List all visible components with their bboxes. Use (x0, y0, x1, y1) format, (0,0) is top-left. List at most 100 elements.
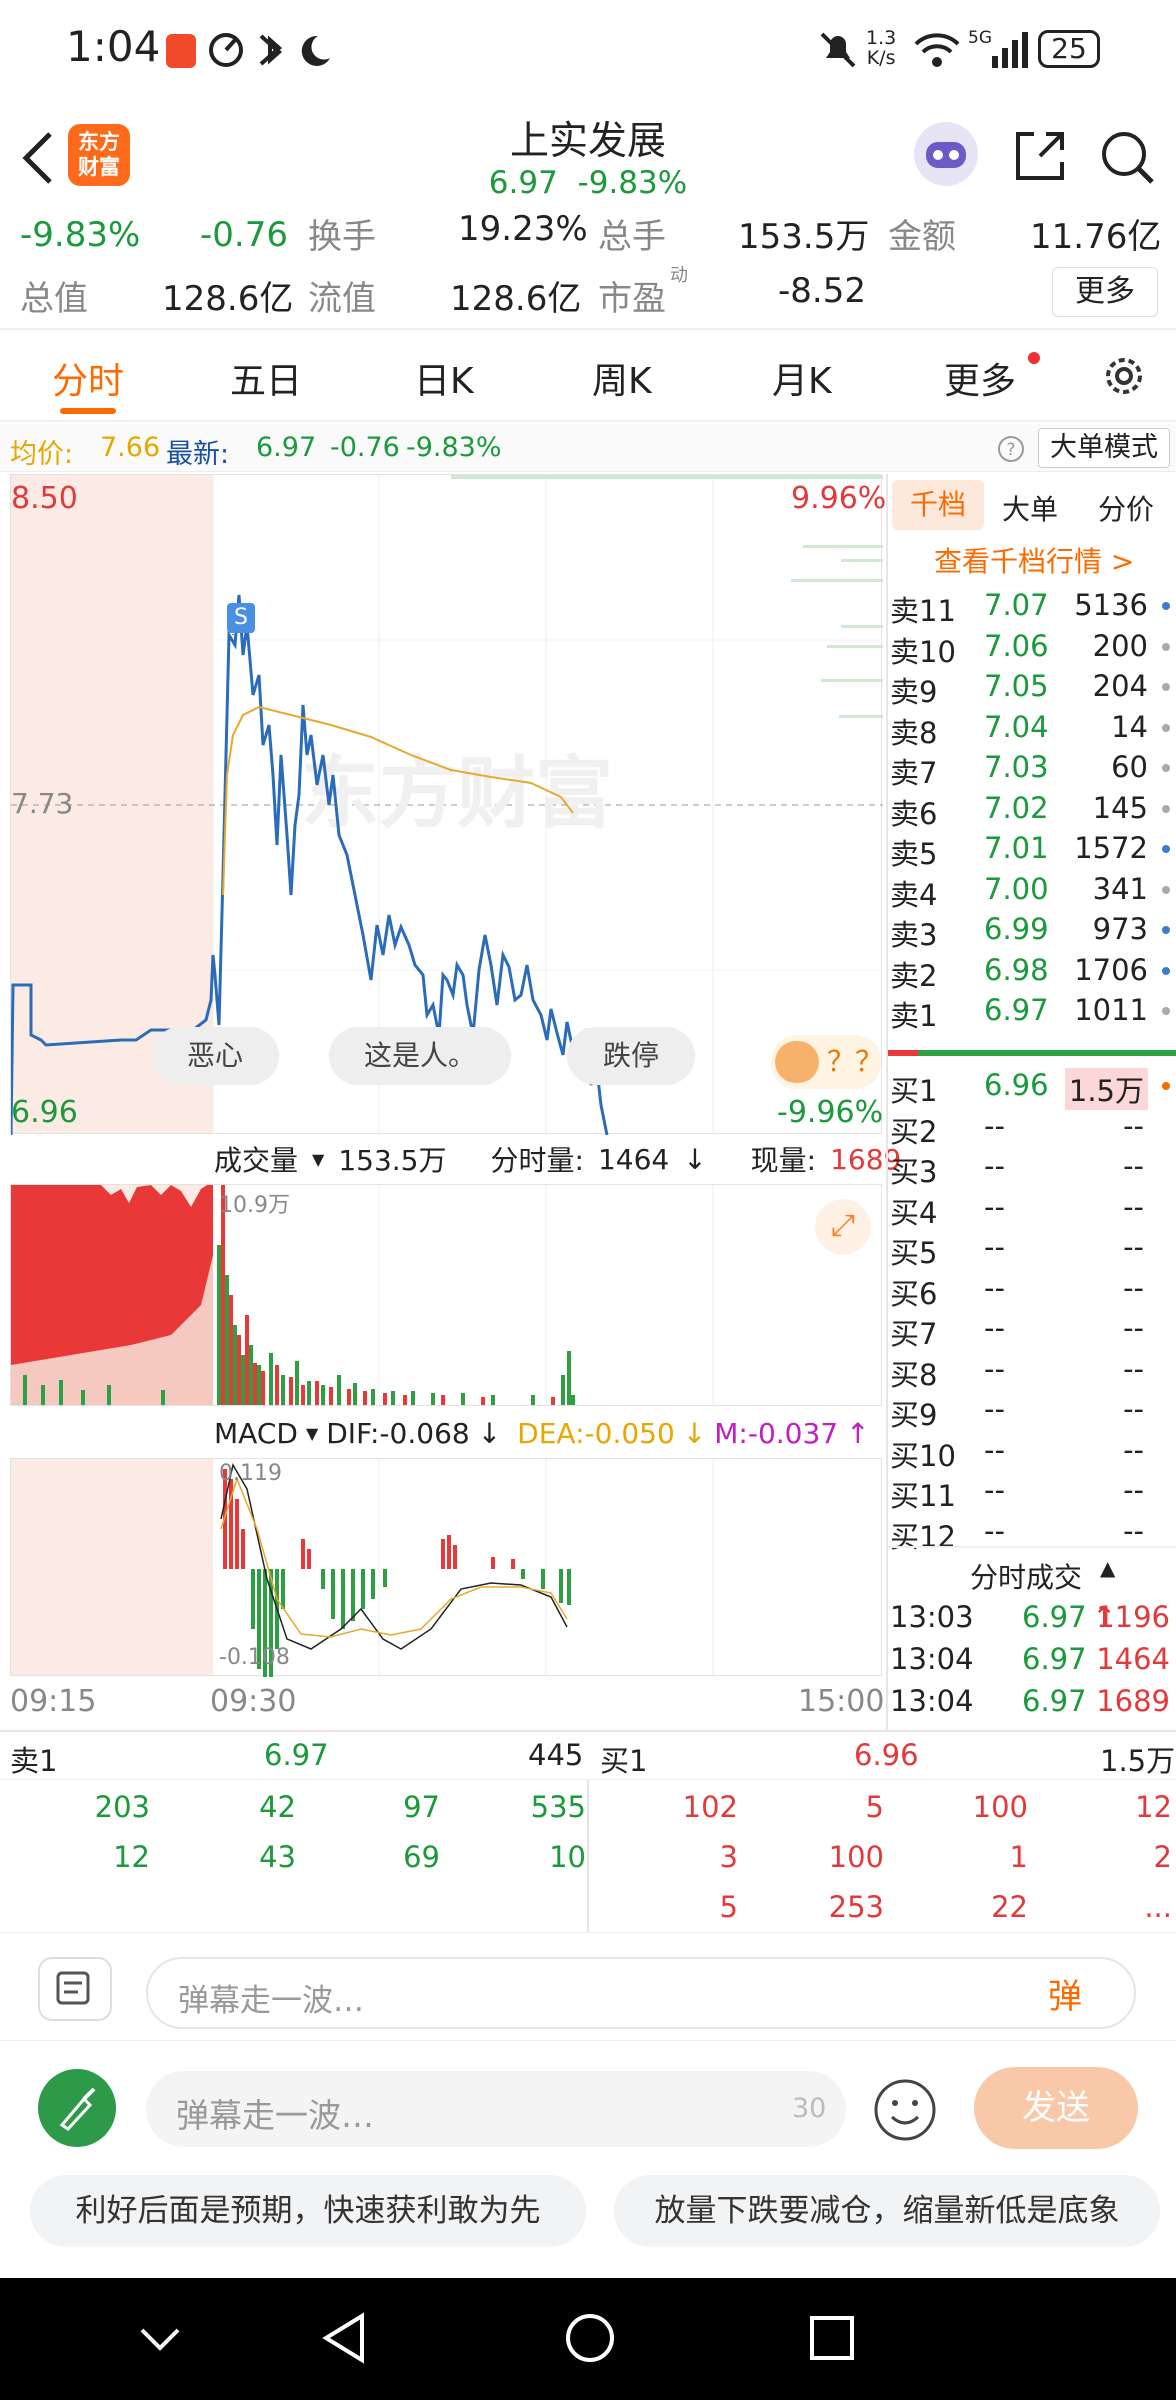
suggestion-chip[interactable]: 利好后面是预期，快速获利敢为先 (30, 2175, 586, 2247)
bid-row[interactable]: 买1 6.96 1.5万 (888, 1068, 1176, 1110)
danmaku-toggle-icon[interactable]: 弹 (1048, 1969, 1082, 2018)
more-metrics-button[interactable]: 更多 (1052, 267, 1158, 317)
ticks-title[interactable]: 分时成交 (970, 1556, 1082, 1596)
network-type: 5G (968, 28, 992, 48)
bid-queue-order: 2 (1153, 1840, 1172, 1874)
bid-level-label: 买10 (890, 1438, 956, 1473)
bid-queue-order: 102 (682, 1790, 738, 1824)
bid-row[interactable]: 买5 -- -- (888, 1230, 1176, 1270)
settings-gear-icon[interactable] (1100, 352, 1148, 400)
ask-price: 7.04 (984, 709, 1049, 744)
orderbook-tab-big-order[interactable]: 大单 (1002, 488, 1058, 528)
order-dot-icon (1162, 723, 1170, 732)
bid-row[interactable]: 买4 -- -- (888, 1190, 1176, 1230)
macd-chart[interactable]: 0.119 -0.108 (10, 1458, 882, 1677)
ask-queue-order: 69 (403, 1840, 440, 1874)
danmaku-input[interactable]: 弹幕走一波… 弹 (146, 1957, 1136, 2029)
ask-row[interactable]: 卖7 7.03 60 (888, 750, 1176, 790)
pct-low-label: -9.96% (777, 1095, 884, 1130)
danmaku-list-icon[interactable] (38, 1957, 112, 2021)
share-icon[interactable] (1012, 128, 1068, 184)
order-dot-icon (1162, 966, 1170, 975)
help-icon[interactable]: ? (996, 434, 1026, 464)
danmaku-bar: 弹幕走一波… 弹 (0, 1932, 1176, 2040)
orderbook-tab-thousand[interactable]: 千档 (892, 480, 984, 530)
volume-selector[interactable]: 成交量 (214, 1139, 298, 1179)
emoji-icon[interactable] (872, 2077, 938, 2143)
signal-icon (992, 32, 1028, 68)
big-order-mode-button[interactable]: 大单模式 (1038, 428, 1170, 468)
bid-row[interactable]: 买2 -- -- (888, 1109, 1176, 1149)
price-low-label: 6.96 (11, 1095, 78, 1130)
compose-input[interactable]: 弹幕走一波… 30 (146, 2071, 846, 2147)
tab-more[interactable]: 更多 (944, 352, 1016, 404)
ask-row[interactable]: 卖4 7.00 341 (888, 872, 1176, 912)
brush-icon[interactable] (38, 2069, 116, 2147)
view-depth-link[interactable]: 查看千档行情 > (934, 540, 1134, 580)
tick-price: 6.97 (1022, 1684, 1087, 1718)
status-icons-left (209, 33, 330, 67)
ask-row[interactable]: 卖5 7.01 1572 (888, 831, 1176, 871)
bid-row[interactable]: 买3 -- -- (888, 1149, 1176, 1189)
bid-row[interactable]: 买7 -- -- (888, 1311, 1176, 1351)
ask-level-label: 卖9 (890, 675, 938, 709)
bid-price: -- (984, 1108, 1005, 1143)
tab-monthly-k[interactable]: 月K (772, 352, 832, 404)
queue-ask-total: 445 (528, 1738, 584, 1772)
queue-header: 卖1 6.97 445 买1 6.96 1.5万 (0, 1732, 1176, 1780)
tab-daily-k[interactable]: 日K (414, 352, 474, 404)
metric-float-cap-value: 128.6亿 (450, 279, 582, 319)
ask-row[interactable]: 卖11 7.07 5136 (888, 588, 1176, 628)
send-button[interactable]: 发送 (974, 2067, 1138, 2149)
sell-marker-badge[interactable]: S (227, 603, 255, 633)
status-time: 1:04 (66, 22, 161, 71)
intraday-price-chart[interactable]: 东方财富 S 8.50 6.96 7.73 9.96% -9.96% 恶心 这是… (10, 474, 886, 1135)
tab-intraday[interactable]: 分时 (52, 352, 124, 404)
collapse-caret-icon[interactable]: ▲ (1100, 1556, 1115, 1580)
bid-volume: -- (1123, 1473, 1144, 1507)
bid-price: -- (984, 1189, 1005, 1224)
ask-row[interactable]: 卖9 7.05 204 (888, 669, 1176, 709)
ask-volume: 1572 (1074, 831, 1148, 865)
wifi-icon (914, 33, 960, 67)
ask-price: 6.97 (984, 993, 1049, 1027)
bid-row[interactable]: 买11 -- -- (888, 1473, 1176, 1513)
suggestion-chip[interactable]: 放量下跌要减仓，缩量新低是底象 (614, 2175, 1160, 2247)
danmaku-pill[interactable]: 跌停 (567, 1027, 695, 1085)
bid-row[interactable]: 买8 -- -- (888, 1352, 1176, 1392)
ask-row[interactable]: 卖8 7.04 14 (888, 710, 1176, 750)
orderbook-tab-price-dist[interactable]: 分价 (1098, 488, 1154, 528)
search-icon[interactable] (1098, 128, 1158, 188)
latest-change: -0.76 (330, 432, 400, 463)
macd-dif: DIF:-0.068 (326, 1416, 470, 1450)
ask-row[interactable]: 卖10 7.06 200 (888, 629, 1176, 669)
danmaku-pill[interactable]: 恶心 (151, 1027, 279, 1085)
metric-pe-label: 市盈 (598, 279, 666, 319)
ask-volume: 14 (1111, 709, 1148, 744)
bid-level-label: 买8 (890, 1357, 938, 1392)
macd-max-label: 0.119 (219, 1461, 282, 1486)
expand-chart-icon[interactable]: ⤢ (815, 1199, 871, 1255)
mascot-bubble[interactable]: ？？ (771, 1035, 883, 1089)
nav-back-icon[interactable] (318, 2310, 370, 2366)
tab-five-day[interactable]: 五日 (230, 352, 302, 404)
nav-collapse-icon[interactable] (136, 2318, 184, 2358)
queue-bid-price: 6.96 (854, 1738, 919, 1772)
ask-row[interactable]: 卖2 6.98 1706 (888, 953, 1176, 993)
robot-assistant-icon[interactable] (914, 122, 978, 186)
order-dot-icon (1162, 642, 1170, 651)
metric-amount-label: 金额 (888, 217, 956, 257)
danmaku-pill[interactable]: 这是人。 (329, 1027, 511, 1085)
nav-recents-icon[interactable] (806, 2312, 858, 2364)
volume-chart[interactable]: 10.9万 ⤢ (10, 1184, 882, 1407)
ask-row[interactable]: 卖6 7.02 145 (888, 791, 1176, 831)
bid-row[interactable]: 买6 -- -- (888, 1271, 1176, 1311)
ask-row[interactable]: 卖1 6.97 1011 (888, 993, 1176, 1033)
macd-selector[interactable]: MACD (214, 1417, 298, 1450)
bid-row[interactable]: 买10 -- -- (888, 1433, 1176, 1473)
bid-row[interactable]: 买9 -- -- (888, 1392, 1176, 1432)
metric-amount-value: 11.76亿 (1030, 217, 1162, 257)
nav-home-icon[interactable] (562, 2310, 618, 2366)
tab-weekly-k[interactable]: 周K (592, 352, 652, 404)
ask-row[interactable]: 卖3 6.99 973 (888, 912, 1176, 952)
